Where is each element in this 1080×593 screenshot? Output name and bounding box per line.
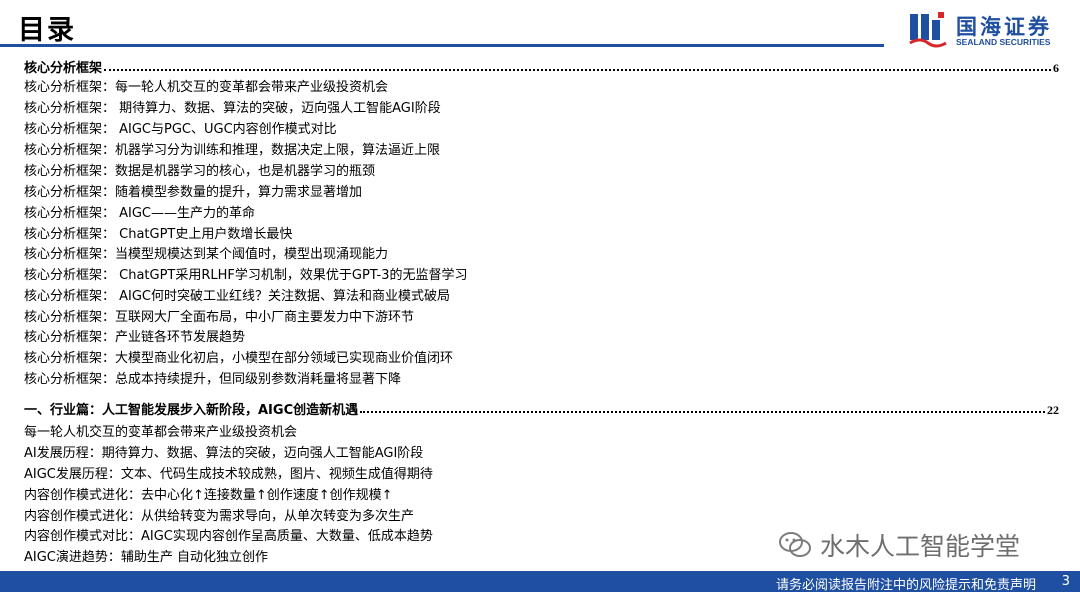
toc-item[interactable]: 核心分析框架： ChatGPT采用RLHF学习机制，效果优于GPT-3的无监督学… xyxy=(24,267,468,285)
toc-item[interactable]: 核心分析框架： AIGC——生产力的革命 xyxy=(24,205,255,223)
watermark-text: 水木人工智能学堂 xyxy=(820,532,1021,561)
page-title: 目录 xyxy=(18,15,76,46)
sealand-logo-icon xyxy=(909,12,947,48)
wechat-watermark: 水木人工智能学堂 xyxy=(778,528,1020,562)
title-underline xyxy=(0,44,884,47)
toc-item[interactable]: 内容创作模式对比：AIGC实现内容创作呈高质量、大数量、低成本趋势 xyxy=(24,528,433,546)
toc-page-number: 22 xyxy=(1047,403,1059,417)
toc-item[interactable]: 核心分析框架：大模型商业化初启，小模型在部分领域已实现商业价值闭环 xyxy=(24,350,453,368)
toc-section-heading[interactable]: 核心分析框架 6 xyxy=(24,56,1059,76)
toc-item[interactable]: 内容创作模式进化：去中心化↑连接数量↑创作速度↑创作规模↑ xyxy=(24,487,393,505)
toc-item[interactable]: 核心分析框架：产业链各环节发展趋势 xyxy=(24,329,245,347)
logo-english-name: SEALAND SECURITIES xyxy=(956,37,1051,47)
toc-item[interactable]: 核心分析框架： AIGC与PGC、UGC内容创作模式对比 xyxy=(24,121,337,139)
company-logo: 国海证券 SEALAND SECURITIES xyxy=(908,10,1068,50)
toc-item[interactable]: 核心分析框架： AIGC何时突破工业红线？关注数据、算法和商业模式破局 xyxy=(24,288,450,306)
toc-page-number: 6 xyxy=(1053,61,1059,75)
toc-item[interactable]: 核心分析框架： 期待算力、数据、算法的突破，迈向强人工智能AGI阶段 xyxy=(24,100,441,118)
toc-section-heading[interactable]: 一、行业篇：人工智能发展步入新阶段，AIGC创造新机遇 22 xyxy=(24,398,1059,418)
toc-item[interactable]: 核心分析框架： ChatGPT史上用户数增长最快 xyxy=(24,226,292,244)
toc-dot-leader xyxy=(104,69,1051,71)
toc-item[interactable]: 每一轮人机交互的变革都会带来产业级投资机会 xyxy=(24,424,297,442)
toc-item[interactable]: 核心分析框架：总成本持续提升，但同级别参数消耗量将显著下降 xyxy=(24,371,401,389)
toc-heading-text: 核心分析框架 xyxy=(24,61,103,76)
toc-item[interactable]: 核心分析框架：每一轮人机交互的变革都会带来产业级投资机会 xyxy=(24,79,388,97)
toc-item[interactable]: 核心分析框架：互联网大厂全面布局，中小厂商主要发力中下游环节 xyxy=(24,309,414,327)
toc-item[interactable]: 内容创作模式进化：从供给转变为需求导向，从单次转变为多次生产 xyxy=(24,508,414,526)
wechat-icon xyxy=(779,532,811,557)
footer-disclaimer: 请务必阅读报告附注中的风险提示和免责声明 xyxy=(775,578,1036,593)
toc-item[interactable]: AIGC发展历程：文本、代码生成技术较成熟，图片、视频生成值得期待 xyxy=(24,466,433,484)
toc-dot-leader xyxy=(360,411,1045,413)
toc-item[interactable]: AIGC演进趋势：辅助生产 自动化独立创作 xyxy=(24,549,268,567)
toc-item[interactable]: 核心分析框架：随着模型参数量的提升，算力需求显著增加 xyxy=(24,184,362,202)
footer-page-number: 3 xyxy=(1061,574,1070,589)
toc-heading-text: 一、行业篇：人工智能发展步入新阶段，AIGC创造新机遇 xyxy=(24,403,359,418)
toc-item[interactable]: 核心分析框架：当模型规模达到某个阈值时，模型出现涌现能力 xyxy=(24,246,388,264)
toc-item[interactable]: AI发展历程：期待算力、数据、算法的突破，迈向强人工智能AGI阶段 xyxy=(24,445,423,463)
toc-item[interactable]: 核心分析框架：机器学习分为训练和推理，数据决定上限，算法逼近上限 xyxy=(24,142,440,160)
toc-item[interactable]: 核心分析框架：数据是机器学习的核心，也是机器学习的瓶颈 xyxy=(24,163,375,181)
